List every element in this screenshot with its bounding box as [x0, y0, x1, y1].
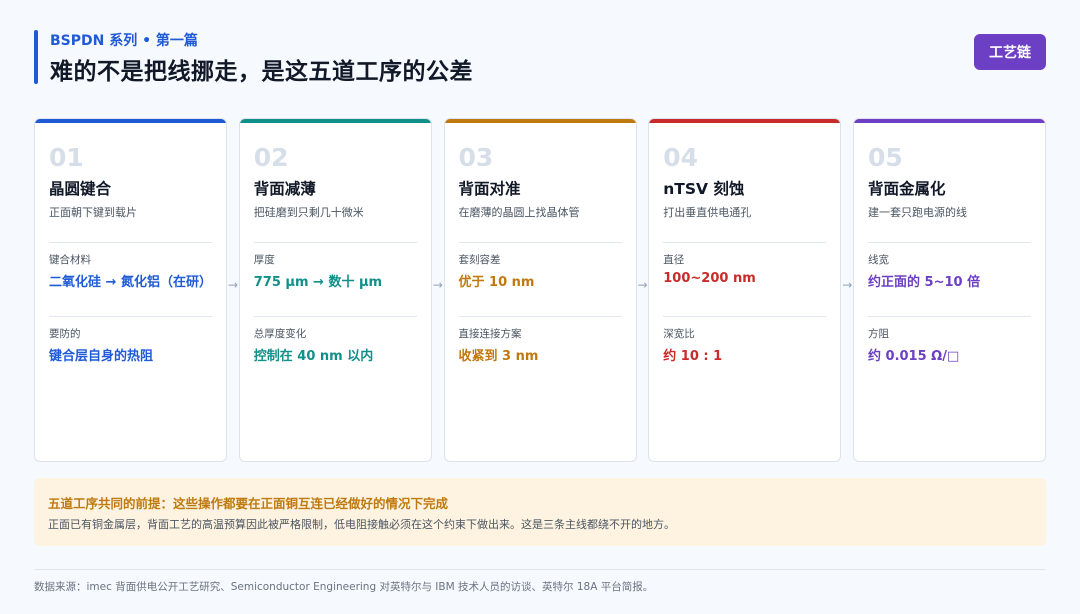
card-top-bar — [239, 119, 431, 123]
arrow-right-icon: → — [842, 278, 853, 292]
divider — [458, 316, 622, 317]
step-description: 在磨薄的晶圆上找晶体管 — [458, 206, 580, 219]
arrow-right-icon: → — [637, 278, 648, 292]
step-number: 01 — [49, 143, 84, 172]
divider — [458, 242, 622, 243]
metric-value: 优于 10 nm — [458, 275, 535, 290]
metric-label: 套刻容差 — [458, 254, 501, 266]
metric-label: 键合材料 — [49, 254, 91, 266]
metric-value: 100~200 nm — [663, 271, 756, 286]
card-top-bar — [854, 119, 1045, 123]
divider — [253, 316, 417, 317]
metric-value: 约 0.015 Ω/□ — [868, 349, 960, 364]
note-text: 正面已有铜金属层，背面工艺的高温预算因此被严格限制，低电阻接触必须在这个约束下做… — [48, 518, 675, 531]
step-number: 03 — [458, 143, 494, 172]
metric-label: 直接连接方案 — [458, 328, 522, 340]
footer-divider — [34, 569, 1046, 570]
step-card: 02 背面减薄把硅磨到只剩几十微米 厚度 775 µm → 数十 µm 总厚度变化控制在… — [238, 118, 432, 462]
step-card: 01 晶圆键合正面朝下键到载片 键合材料二氧化硅 → 氮化铝（在研） 要防的键合层自身… — [34, 118, 227, 462]
step-description: 正面朝下键到载片 — [49, 206, 137, 219]
divider — [868, 242, 1031, 243]
metric-label: 厚度 — [253, 254, 275, 266]
step-number: 05 — [868, 143, 903, 172]
source-note: 数据来源：imec 背面供电公开工艺研究、Semiconductor Engin… — [34, 581, 654, 593]
process-chain-tag[interactable]: 工艺链 — [974, 34, 1046, 70]
step-name: 背面对准 — [458, 180, 521, 198]
metric-label: 深宽比 — [663, 328, 695, 340]
note-box: 五道工序共同的前提：这些操作都要在正面铜互连已经做好的情况下完成 正面已有铜金属… — [34, 478, 1046, 546]
step-number: 02 — [253, 143, 289, 172]
note-title: 五道工序共同的前提：这些操作都要在正面铜互连已经做好的情况下完成 — [48, 496, 449, 511]
divider — [868, 316, 1031, 317]
card-top-bar — [35, 119, 226, 123]
step-card: 05 背面金属化建一套只跑电源的线 线宽约正面的 5~10 倍方阻约 0.015 Ω… — [853, 118, 1046, 462]
step-number: 04 — [663, 143, 699, 172]
page-title: 难的不是把线挪走，是这五道工序的公差 — [50, 59, 473, 85]
step-card: 04 nTSV 刻蚀打出垂直供电通孔 直径 100~200 nm 深宽比约 10 : 1 — [648, 118, 842, 462]
card-top-bar — [649, 119, 841, 123]
metric-label: 线宽 — [868, 254, 889, 266]
step-name: 背面减薄 — [253, 180, 316, 198]
step-description: 把硅磨到只剩几十微米 — [253, 206, 364, 219]
divider — [663, 316, 827, 317]
metric-label: 要防的 — [49, 328, 81, 340]
metric-value: 控制在 40 nm 以内 — [253, 349, 374, 364]
process-steps: 01 晶圆键合正面朝下键到载片 键合材料二氧化硅 → 氮化铝（在研） 要防的键合层自身… — [34, 118, 1046, 462]
metric-value: 775 µm → 数十 µm — [253, 275, 383, 290]
metric-value: 约 10 : 1 — [663, 349, 723, 364]
title-accent-bar — [34, 30, 38, 84]
metric-label: 方阻 — [868, 328, 889, 340]
step-name: 背面金属化 — [868, 180, 946, 198]
divider — [253, 242, 417, 243]
arrow-right-icon: → — [227, 278, 239, 292]
step-name: nTSV 刻蚀 — [663, 180, 745, 198]
divider — [49, 242, 212, 243]
series-label: BSPDN 系列 • 第一篇 — [50, 33, 198, 49]
step-name: 晶圆键合 — [49, 180, 112, 198]
metric-value: 二氧化硅 → 氮化铝（在研） — [49, 275, 212, 290]
step-description: 打出垂直供电通孔 — [663, 206, 752, 219]
metric-value: 收紧到 3 nm — [458, 349, 539, 364]
metric-value: 约正面的 5~10 倍 — [868, 275, 981, 290]
step-card: 03 背面对准在磨薄的晶圆上找晶体管 套刻容差优于 10 nm 直接连接方案收紧到 3… — [443, 118, 637, 462]
divider — [49, 316, 212, 317]
card-top-bar — [444, 119, 636, 123]
metric-label: 直径 — [663, 254, 685, 266]
metric-label: 总厚度变化 — [253, 328, 307, 340]
divider — [663, 242, 827, 243]
metric-value: 键合层自身的热阻 — [49, 349, 154, 364]
step-description: 建一套只跑电源的线 — [868, 206, 967, 219]
arrow-right-icon: → — [432, 278, 443, 292]
